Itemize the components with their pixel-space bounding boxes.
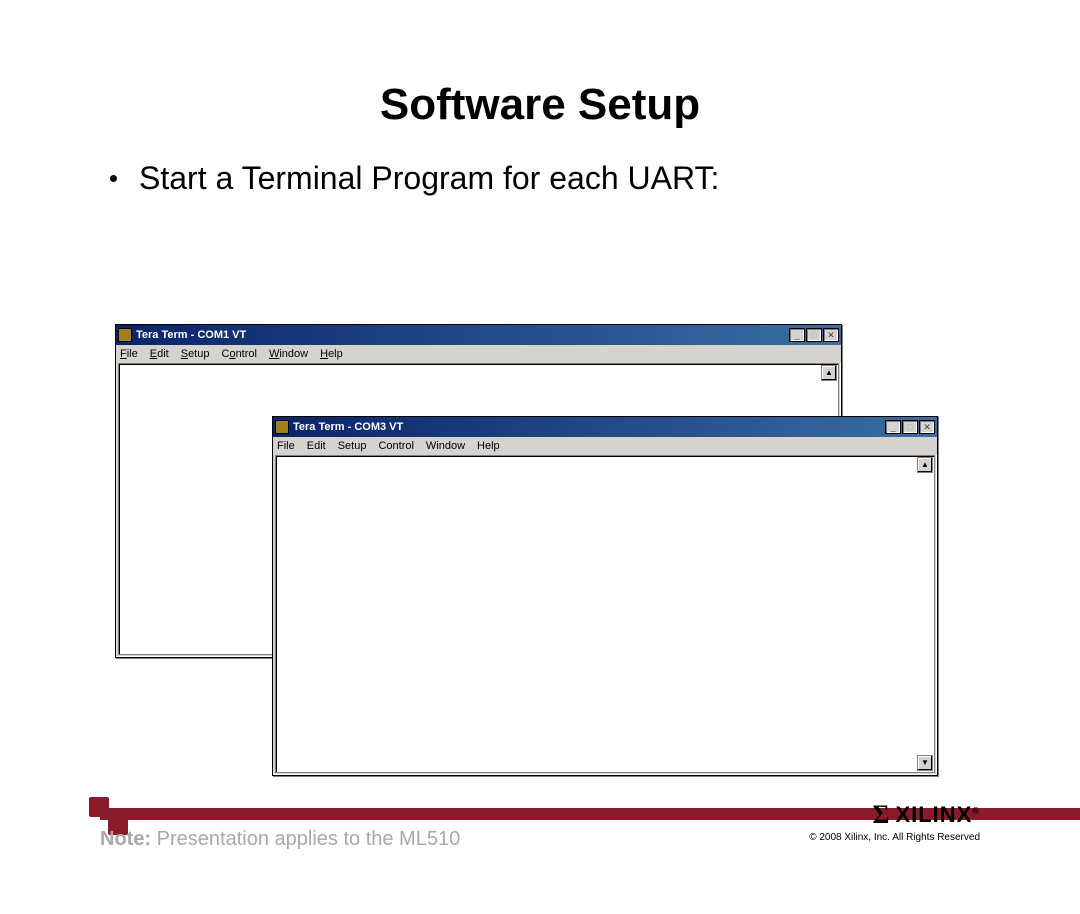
slide-title: Software Setup (0, 80, 1080, 130)
maximize-button[interactable]: □ (902, 420, 918, 434)
xilinx-logo: Σ XILINX® (872, 800, 980, 830)
menu-setup[interactable]: Setup (338, 440, 367, 452)
titlebar[interactable]: Tera Term - COM3 VT _ □ ✕ (273, 417, 937, 437)
menu-setup[interactable]: Setup (181, 348, 210, 360)
scroll-up-button[interactable]: ▲ (821, 365, 837, 381)
app-icon (118, 328, 132, 342)
menu-help[interactable]: Help (477, 440, 500, 452)
menu-control[interactable]: Control (221, 348, 256, 360)
menubar: File Edit Setup Control Window Help (273, 437, 937, 455)
menu-help[interactable]: Help (320, 348, 343, 360)
bullet-item: Start a Terminal Program for each UART: (110, 160, 1080, 197)
scroll-down-button[interactable]: ▼ (917, 755, 933, 771)
terminal-window-com3: Tera Term - COM3 VT _ □ ✕ File Edit Setu… (272, 416, 938, 776)
close-button[interactable]: ✕ (823, 328, 839, 342)
minimize-button[interactable]: _ (789, 328, 805, 342)
menu-edit[interactable]: Edit (307, 440, 326, 452)
menu-file[interactable]: File (120, 348, 138, 360)
note-text: Presentation applies to the ML510 (151, 828, 460, 850)
window-title: Tera Term - COM3 VT (293, 421, 885, 433)
menu-control[interactable]: Control (378, 440, 413, 452)
menu-edit[interactable]: Edit (150, 348, 169, 360)
sigma-icon: Σ (872, 800, 889, 830)
app-icon (275, 420, 289, 434)
minimize-button[interactable]: _ (885, 420, 901, 434)
logo-text: XILINX® (895, 802, 980, 828)
footer-note: Note: Presentation applies to the ML510 (100, 828, 460, 851)
scroll-up-button[interactable]: ▲ (917, 457, 933, 473)
menubar: File Edit Setup Control Window Help (116, 345, 841, 363)
maximize-button[interactable]: □ (806, 328, 822, 342)
menu-window[interactable]: Window (269, 348, 308, 360)
menu-window[interactable]: Window (426, 440, 465, 452)
bullet-dot-icon (110, 175, 117, 182)
window-title: Tera Term - COM1 VT (136, 329, 789, 341)
terminal-client-area[interactable]: ▲ ▼ (275, 455, 935, 773)
bullet-text: Start a Terminal Program for each UART: (139, 160, 719, 197)
menu-file[interactable]: File (277, 440, 295, 452)
titlebar[interactable]: Tera Term - COM1 VT _ □ ✕ (116, 325, 841, 345)
close-button[interactable]: ✕ (919, 420, 935, 434)
note-label: Note: (100, 828, 151, 850)
